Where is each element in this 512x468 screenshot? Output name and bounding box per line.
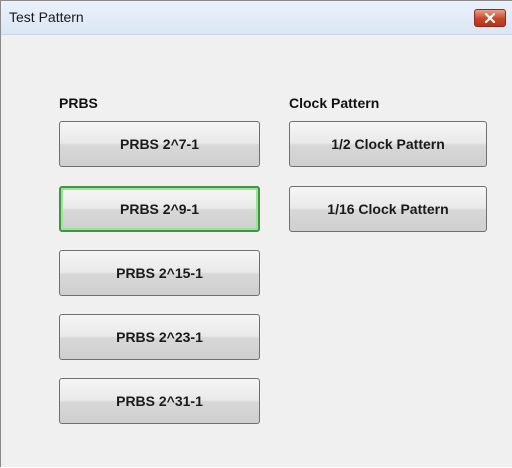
prbs-2-7-1-button[interactable]: PRBS 2^7-1 <box>59 121 260 167</box>
sixteenth-clock-pattern-button[interactable]: 1/16 Clock Pattern <box>289 186 487 232</box>
window-title: Test Pattern <box>9 9 84 25</box>
prbs-2-15-1-button[interactable]: PRBS 2^15-1 <box>59 250 260 296</box>
dialog-content: PRBS Clock Pattern PRBS 2^7-1 PRBS 2^9-1… <box>1 35 512 468</box>
close-icon <box>484 13 496 23</box>
prbs-2-31-1-button[interactable]: PRBS 2^31-1 <box>59 378 260 424</box>
prbs-group-label: PRBS <box>59 95 98 111</box>
half-clock-pattern-button[interactable]: 1/2 Clock Pattern <box>289 121 487 167</box>
test-pattern-dialog: Test Pattern PRBS Clock Pattern PRBS 2^7… <box>0 0 512 467</box>
prbs-2-9-1-button[interactable]: PRBS 2^9-1 <box>59 186 260 232</box>
close-button[interactable] <box>474 9 506 27</box>
prbs-2-23-1-button[interactable]: PRBS 2^23-1 <box>59 314 260 360</box>
title-bar[interactable]: Test Pattern <box>1 1 512 35</box>
clock-pattern-group-label: Clock Pattern <box>289 95 380 111</box>
